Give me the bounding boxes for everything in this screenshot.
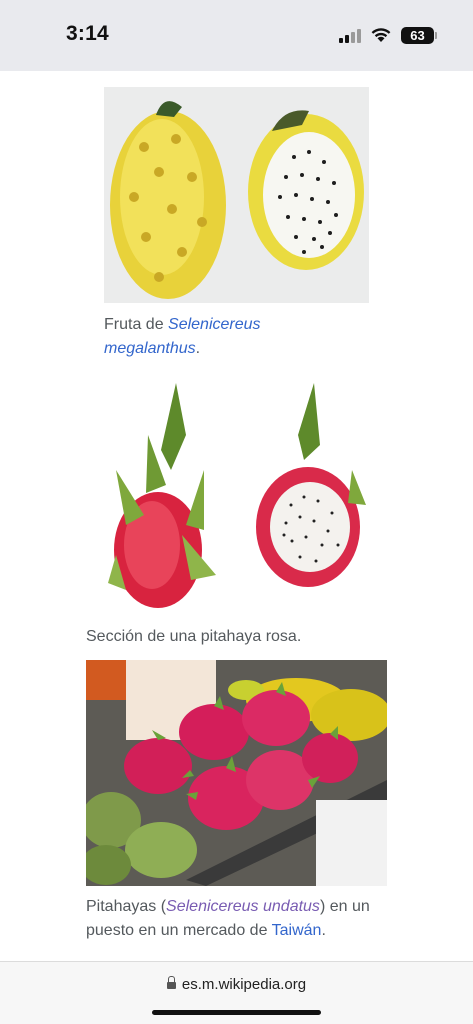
- home-indicator[interactable]: [152, 1010, 321, 1015]
- caption-text: .: [195, 340, 201, 357]
- figure-caption: Fruta de Selenicereus megalanthus.: [104, 313, 354, 361]
- figure-caption: Pitahayas (Selenicereus undatus) en un p…: [86, 895, 386, 943]
- figure-caption: Sección de una pitahaya rosa.: [86, 628, 302, 645]
- yellow-pitahaya-photo[interactable]: [104, 87, 369, 303]
- lock-icon: [166, 976, 176, 990]
- battery-icon: 63: [401, 27, 437, 44]
- browser-bottom-bar: es.m.wikipedia.org: [0, 961, 473, 1024]
- url-text: es.m.wikipedia.org: [181, 976, 307, 993]
- signal-icon: [339, 29, 363, 43]
- caption-text: Fruta de: [104, 316, 169, 333]
- species-link[interactable]: Selenicereus undatus: [166, 898, 320, 915]
- status-bar: 3:14 63: [0, 0, 473, 71]
- battery-level: 63: [410, 28, 425, 43]
- country-link[interactable]: Taiwán: [272, 922, 322, 939]
- caption-text: Pitahayas (: [86, 898, 167, 915]
- status-time: 3:14: [66, 22, 109, 45]
- address-bar[interactable]: es.m.wikipedia.org: [0, 976, 473, 993]
- pink-pitahaya-photo[interactable]: [86, 375, 386, 615]
- caption-text: .: [321, 922, 326, 939]
- market-pitahayas-photo[interactable]: [86, 660, 387, 886]
- wifi-icon: [371, 28, 391, 42]
